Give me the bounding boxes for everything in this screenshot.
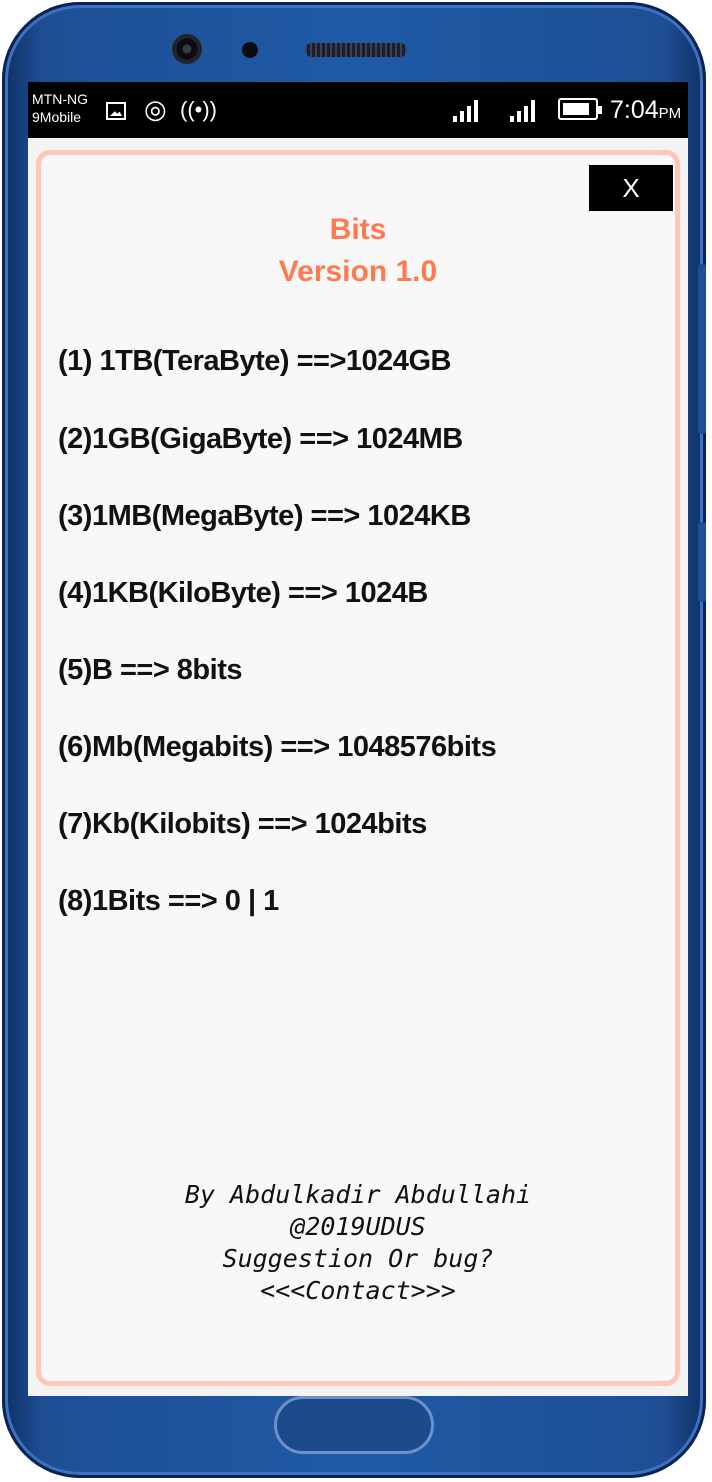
rule-item: (4)1KB(KiloByte) ==> 1024B bbox=[58, 577, 428, 609]
hotspot-icon: ◎ bbox=[144, 94, 167, 124]
battery-icon bbox=[558, 98, 602, 120]
app-title: Bits bbox=[329, 213, 387, 246]
clock: 7:04PM bbox=[610, 96, 681, 125]
close-button[interactable]: X bbox=[589, 165, 673, 211]
cast-icon: ((•)) bbox=[180, 97, 218, 122]
status-bar: MTN-NG 9Mobile ◎ ((•)) 7:04PM bbox=[28, 82, 688, 138]
rule-item: (5)B ==> 8bits bbox=[58, 654, 243, 686]
carrier-line-2: 9Mobile bbox=[32, 109, 82, 125]
signal-icon bbox=[510, 98, 538, 122]
front-camera bbox=[172, 34, 202, 64]
signal-icon bbox=[453, 98, 481, 122]
rule-item: (1) 1TB(TeraByte) ==>1024GB bbox=[58, 345, 451, 377]
suggestion-label: Suggestion Or bug? bbox=[222, 1244, 494, 1273]
home-button[interactable] bbox=[274, 1396, 434, 1454]
rule-item: (2)1GB(GigaByte) ==> 1024MB bbox=[58, 423, 463, 455]
author-credit: By Abdulkadir Abdullahi bbox=[184, 1180, 532, 1209]
earpiece-speaker bbox=[305, 43, 407, 57]
contact-link[interactable]: <<<Contact>>> bbox=[41, 1275, 675, 1307]
author-handle: @2019UDUS bbox=[290, 1212, 426, 1241]
carrier-line-1: MTN-NG bbox=[32, 91, 88, 107]
rule-item: (8)1Bits ==> 0 | 1 bbox=[58, 885, 279, 917]
clock-time: 7:04 bbox=[610, 96, 659, 124]
battery-level bbox=[563, 103, 589, 115]
power-button bbox=[698, 522, 706, 602]
screen: MTN-NG 9Mobile ◎ ((•)) 7:04PM X Bits Ver… bbox=[28, 82, 688, 1396]
volume-button bbox=[698, 264, 706, 434]
clock-ampm: PM bbox=[658, 105, 682, 122]
carrier-label: MTN-NG 9Mobile bbox=[32, 90, 88, 126]
rule-item: (3)1MB(MegaByte) ==> 1024KB bbox=[58, 500, 471, 532]
rule-item: (6)Mb(Megabits) ==> 1048576bits bbox=[58, 731, 497, 763]
info-dialog: X Bits Version 1.0 (1) 1TB(TeraByte) ==>… bbox=[36, 150, 680, 1386]
phone-frame: MTN-NG 9Mobile ◎ ((•)) 7:04PM X Bits Ver… bbox=[2, 2, 706, 1478]
version-label: Version 1.0 bbox=[278, 255, 438, 288]
rule-item: (7)Kb(Kilobits) ==> 1024bits bbox=[58, 808, 427, 840]
proximity-sensor bbox=[242, 42, 258, 58]
image-icon bbox=[106, 102, 126, 120]
